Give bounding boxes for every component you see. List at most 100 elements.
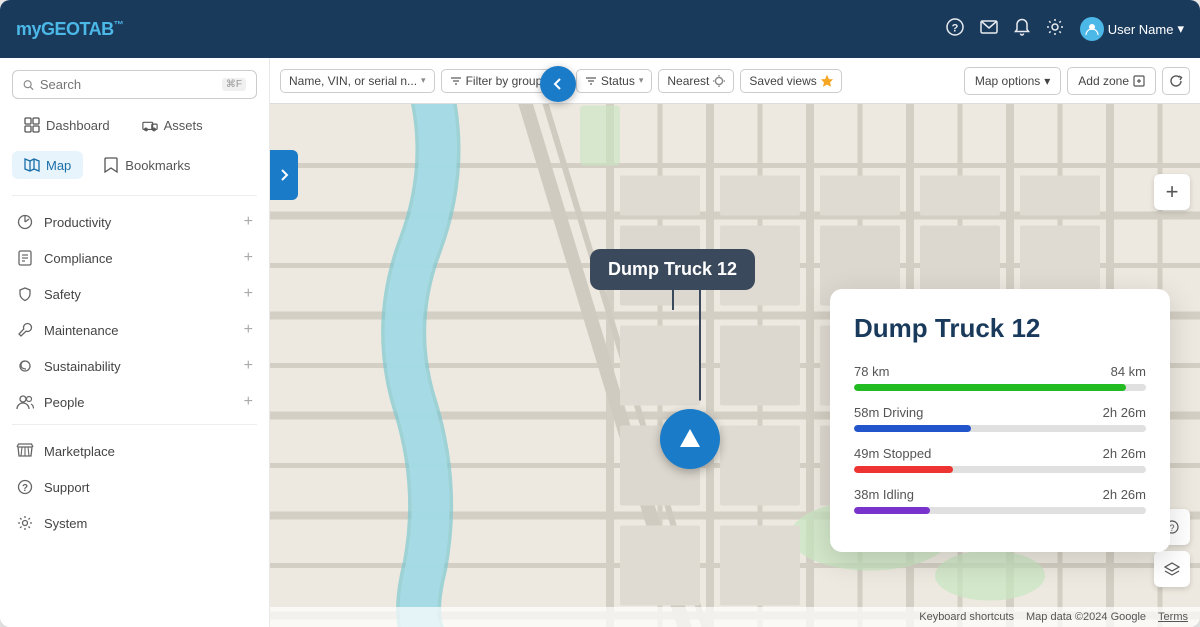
support-icon: ? — [16, 478, 34, 496]
system-icon — [16, 514, 34, 532]
stat-km-right: 84 km — [1111, 364, 1146, 379]
safety-label: Safety — [44, 287, 81, 302]
help-icon[interactable]: ? — [946, 18, 964, 41]
truck-marker-icon — [676, 425, 704, 453]
stat-driving: 58m Driving 2h 26m — [854, 405, 1146, 432]
stat-idling-right: 2h 26m — [1103, 487, 1146, 502]
logo-prefix: my — [16, 19, 41, 39]
terms-link[interactable]: Terms — [1158, 611, 1188, 623]
search-icon — [23, 78, 34, 92]
compliance-icon — [16, 249, 34, 267]
sidebar-item-maintenance[interactable]: Maintenance + — [0, 312, 269, 348]
expand-sidebar-btn[interactable] — [270, 150, 298, 200]
add-zone-label: Add zone — [1078, 74, 1129, 88]
sustainability-add[interactable]: + — [244, 357, 253, 375]
stat-idling-bar-bg — [854, 507, 1146, 514]
saved-views[interactable]: Saved views — [740, 69, 841, 93]
info-card-title: Dump Truck 12 — [854, 313, 1146, 344]
assets-label: Assets — [164, 118, 203, 133]
name-filter[interactable]: Name, VIN, or serial n... ▾ — [280, 69, 435, 93]
saved-views-label: Saved views — [749, 74, 816, 88]
stat-stopped-left: 49m Stopped — [854, 446, 931, 461]
stat-idling-bar — [854, 507, 930, 514]
settings-icon[interactable] — [1046, 18, 1064, 41]
map-layers-btn[interactable] — [1154, 551, 1190, 587]
truck-popup[interactable]: Dump Truck 12 — [590, 249, 755, 290]
truck-marker[interactable] — [660, 409, 720, 469]
sustainability-label: Sustainability — [44, 359, 121, 374]
map-label: Map — [46, 158, 71, 173]
app-container: myGEOTAB™ ? User Name ▾ — [0, 0, 1200, 627]
zoom-in-btn[interactable]: + — [1154, 174, 1190, 210]
sustainability-icon — [16, 357, 34, 375]
star-icon — [821, 75, 833, 87]
stat-stopped: 49m Stopped 2h 26m — [854, 446, 1146, 473]
sidebar-item-support[interactable]: ? Support — [0, 469, 269, 505]
productivity-label: Productivity — [44, 215, 111, 230]
nav-icons: ? User Name ▾ — [946, 17, 1184, 41]
sidebar-item-compliance[interactable]: Compliance + — [0, 240, 269, 276]
search-input[interactable] — [40, 77, 216, 92]
refresh-btn[interactable] — [1162, 67, 1190, 95]
bell-icon[interactable] — [1014, 18, 1030, 41]
map-footer: Keyboard shortcuts Map data ©2024 Google… — [270, 607, 1200, 627]
map-content[interactable]: Dump Truck 12 + ? — [270, 104, 1200, 627]
mail-icon[interactable] — [980, 20, 998, 39]
top-nav: myGEOTAB™ ? User Name ▾ — [0, 0, 1200, 58]
marketplace-icon — [16, 442, 34, 460]
collapse-sidebar-btn[interactable] — [540, 66, 576, 102]
user-caret: ▾ — [1177, 21, 1184, 37]
status-label: Status — [601, 74, 635, 88]
map-data-credit: Map data ©2024 Google — [1026, 611, 1146, 623]
user-menu[interactable]: User Name ▾ — [1080, 17, 1184, 41]
support-label: Support — [44, 480, 90, 495]
sidebar-nav-group: Dashboard Assets — [0, 111, 269, 151]
sidebar-item-safety[interactable]: Safety + — [0, 276, 269, 312]
map-wrapper: Name, VIN, or serial n... ▾ Filter by gr… — [270, 58, 1200, 627]
truck-popup-label: Dump Truck 12 — [608, 259, 737, 279]
map-toolbar: Name, VIN, or serial n... ▾ Filter by gr… — [270, 58, 1200, 104]
search-wrap[interactable]: ⌘F — [12, 70, 257, 99]
toolbar-right: Map options ▾ Add zone — [964, 67, 1190, 95]
add-zone-btn[interactable]: Add zone — [1067, 67, 1156, 95]
nearest-filter[interactable]: Nearest — [658, 69, 734, 93]
logo-main: GEOTAB — [41, 19, 114, 39]
safety-add[interactable]: + — [244, 285, 253, 303]
stat-driving-bar — [854, 425, 971, 432]
keyboard-shortcuts: Keyboard shortcuts — [919, 611, 1014, 623]
sidebar-item-map[interactable]: Map — [12, 151, 83, 179]
marketplace-label: Marketplace — [44, 444, 115, 459]
sidebar-nav-group-2: Map Bookmarks — [0, 151, 269, 191]
maintenance-label: Maintenance — [44, 323, 118, 338]
name-filter-caret: ▾ — [421, 75, 426, 86]
sidebar-item-assets[interactable]: Assets — [130, 111, 215, 139]
sidebar-item-sustainability[interactable]: Sustainability + — [0, 348, 269, 384]
people-add[interactable]: + — [244, 393, 253, 411]
stat-idling-left: 38m Idling — [854, 487, 914, 502]
sidebar-item-productivity[interactable]: Productivity + — [0, 204, 269, 240]
compliance-add[interactable]: + — [244, 249, 253, 267]
sidebar-item-dashboard[interactable]: Dashboard — [12, 111, 122, 139]
stat-km-left: 78 km — [854, 364, 889, 379]
stat-stopped-bar — [854, 466, 953, 473]
sidebar-item-people[interactable]: People + — [0, 384, 269, 420]
sidebar-item-bookmarks[interactable]: Bookmarks — [91, 151, 202, 179]
sidebar-item-marketplace[interactable]: Marketplace — [0, 433, 269, 469]
sidebar-search: ⌘F — [0, 70, 269, 111]
people-icon — [16, 393, 34, 411]
status-filter[interactable]: Status ▾ — [576, 69, 653, 93]
maintenance-add[interactable]: + — [244, 321, 253, 339]
map-options-btn[interactable]: Map options ▾ — [964, 67, 1061, 95]
dashboard-label: Dashboard — [46, 118, 110, 133]
system-label: System — [44, 516, 87, 531]
stat-km-bar-bg — [854, 384, 1146, 391]
add-zone-icon — [1133, 75, 1145, 87]
svg-text:?: ? — [22, 483, 28, 494]
sidebar-item-system[interactable]: System — [0, 505, 269, 541]
user-name: User Name — [1108, 22, 1174, 37]
productivity-add[interactable]: + — [244, 213, 253, 231]
stat-km-bar — [854, 384, 1126, 391]
stat-stopped-right: 2h 26m — [1103, 446, 1146, 461]
stat-idling: 38m Idling 2h 26m — [854, 487, 1146, 514]
nearest-icon — [713, 75, 725, 87]
